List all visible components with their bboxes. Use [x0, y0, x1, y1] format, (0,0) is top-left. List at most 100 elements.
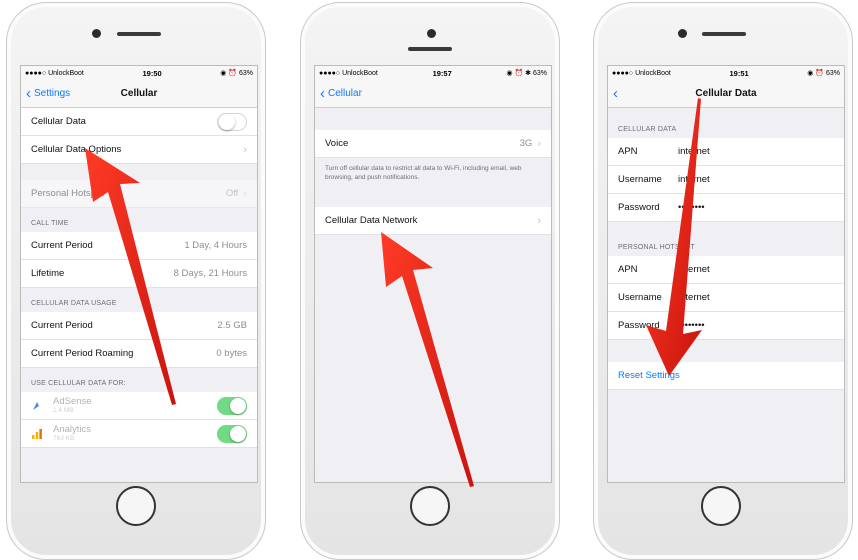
app-size: 763 KB [53, 434, 75, 442]
current-period-value: 1 Day, 4 Hours [184, 240, 247, 251]
analytics-toggle[interactable] [217, 424, 247, 443]
voice-footnote: Turn off cellular data to restrict all d… [325, 165, 522, 181]
voice-value: 3G [519, 138, 533, 149]
carrier-label: ●●●●○ UnlockBoot [25, 69, 84, 77]
back-label: Cellular [328, 88, 362, 99]
cellular-data-header: CELLULAR DATA [618, 126, 677, 133]
usage-roaming-value: 0 bytes [216, 348, 247, 359]
nav-bar: ‹ Cellular [315, 80, 551, 108]
app-name: Analytics [53, 423, 92, 435]
screen-cellular-data-options: ●●●●○ UnlockBoot 19:57 ◉ ⏰ ✱ 63% ‹ Cellu… [314, 65, 552, 483]
status-time: 19:50 [142, 68, 162, 78]
phone-1: ●●●●○ UnlockBoot 19:50 ◉ ⏰ 63% ‹ Setting… [6, 2, 266, 560]
apn-label: APN [618, 146, 638, 157]
camera-icon [92, 29, 101, 38]
current-period-label: Current Period [31, 240, 93, 251]
back-button[interactable]: ‹ Cellular [320, 84, 362, 102]
camera-icon [427, 29, 436, 38]
status-right: ◉ ⏰ ✱ 63% [506, 70, 547, 77]
usage-header: CELLULAR DATA USAGE [31, 300, 117, 307]
home-button[interactable] [701, 486, 741, 526]
status-bar: ●●●●○ UnlockBoot 19:57 ◉ ⏰ ✱ 63% [315, 66, 551, 80]
chevron-left-icon: ‹ [26, 84, 31, 102]
cellular-data-network-label: Cellular Data Network [325, 215, 418, 226]
hotspot-header: PERSONAL HOTSPOT [618, 244, 695, 251]
cellular-data-toggle[interactable] [217, 112, 247, 131]
current-period-row: Current Period 1 Day, 4 Hours [21, 232, 257, 260]
analytics-icon [32, 428, 42, 439]
carrier-label: ●●●●○ UnlockBoot [319, 69, 378, 77]
adsense-icon [33, 401, 41, 410]
back-button[interactable]: ‹ [613, 84, 621, 102]
status-right: ◉ ⏰ 63% [220, 70, 253, 77]
voice-label: Voice [325, 138, 349, 149]
phone-2: ●●●●○ UnlockBoot 19:57 ◉ ⏰ ✱ 63% ‹ Cellu… [300, 2, 560, 560]
toggle-knob [230, 397, 246, 414]
speaker-grille [408, 47, 452, 51]
screen-cellular-data-network: ●●●●○ UnlockBoot 19:51 ◉ ⏰ 63% ‹ Cellula… [607, 65, 845, 483]
usage-roaming-row: Current Period Roaming 0 bytes [21, 340, 257, 368]
speaker-grille [117, 32, 161, 36]
speaker-grille [702, 32, 746, 36]
hotspot-password-row[interactable]: Password •••••••• [608, 312, 844, 340]
password-label: Password [618, 202, 660, 213]
apn-value: internet [678, 146, 710, 157]
cellular-data-options-label: Cellular Data Options [31, 144, 122, 155]
password-value: •••••••• [678, 202, 705, 213]
page-title: Cellular Data [695, 88, 757, 99]
screen-cellular: ●●●●○ UnlockBoot 19:50 ◉ ⏰ 63% ‹ Setting… [20, 65, 258, 483]
call-time-header: CALL TIME [31, 220, 69, 227]
hotspot-username-label: Username [618, 292, 662, 303]
hotspot-apn-value: internet [678, 264, 710, 275]
chevron-right-icon: › [537, 137, 541, 150]
voice-row[interactable]: Voice 3G › [315, 130, 551, 158]
app-size: 1.4 MB [53, 406, 74, 414]
personal-hotspot-row[interactable]: Personal Hotspot Off › [21, 180, 257, 208]
toggle-knob [230, 425, 246, 442]
username-row[interactable]: Username internet [608, 166, 844, 194]
reset-settings-button[interactable]: Reset Settings [618, 370, 680, 381]
username-value: internet [678, 174, 710, 185]
cellular-data-label: Cellular Data [31, 116, 86, 127]
nav-bar: ‹ Cellular Data [608, 80, 844, 108]
lifetime-label: Lifetime [31, 268, 65, 279]
home-button[interactable] [410, 486, 450, 526]
cellular-data-row: Cellular Data [21, 108, 257, 136]
app-row: Analytics 763 KB [21, 420, 257, 448]
personal-hotspot-value: Off [225, 188, 239, 199]
chevron-left-icon: ‹ [613, 84, 618, 102]
chevron-right-icon: › [243, 187, 247, 200]
back-label: Settings [34, 88, 71, 99]
hotspot-apn-label: APN [618, 264, 638, 275]
password-row[interactable]: Password •••••••• [608, 194, 844, 222]
chevron-right-icon: › [243, 143, 247, 156]
lifetime-row: Lifetime 8 Days, 21 Hours [21, 260, 257, 288]
app-row: AdSense 1.4 MB [21, 392, 257, 420]
hotspot-apn-row[interactable]: APN internet [608, 256, 844, 284]
hotspot-username-row[interactable]: Username internet [608, 284, 844, 312]
chevron-right-icon: › [537, 214, 541, 227]
apn-row[interactable]: APN internet [608, 138, 844, 166]
nav-bar: ‹ Settings Cellular [21, 80, 257, 108]
usage-current-period-row: Current Period 2.5 GB [21, 312, 257, 340]
back-button[interactable]: ‹ Settings [26, 84, 71, 102]
carrier-label: ●●●●○ UnlockBoot [612, 69, 671, 77]
status-right: ◉ ⏰ 63% [807, 70, 840, 77]
hotspot-password-value: •••••••• [678, 320, 705, 331]
home-button[interactable] [116, 486, 156, 526]
status-time: 19:57 [432, 68, 452, 78]
phone-3: ●●●●○ UnlockBoot 19:51 ◉ ⏰ 63% ‹ Cellula… [593, 2, 853, 560]
usage-roaming-label: Current Period Roaming [31, 348, 134, 359]
personal-hotspot-label: Personal Hotspot [31, 188, 104, 199]
cellular-data-options-row[interactable]: Cellular Data Options › [21, 136, 257, 164]
use-for-header: USE CELLULAR DATA FOR: [31, 380, 126, 387]
usage-current-period-label: Current Period [31, 320, 93, 331]
app-name: AdSense [53, 395, 92, 407]
camera-icon [678, 29, 687, 38]
adsense-toggle[interactable] [217, 396, 247, 415]
chevron-left-icon: ‹ [320, 84, 325, 102]
reset-settings-row[interactable]: Reset Settings [608, 362, 844, 390]
cellular-data-network-row[interactable]: Cellular Data Network › [315, 207, 551, 235]
lifetime-value: 8 Days, 21 Hours [173, 268, 247, 279]
status-time: 19:51 [729, 68, 749, 78]
